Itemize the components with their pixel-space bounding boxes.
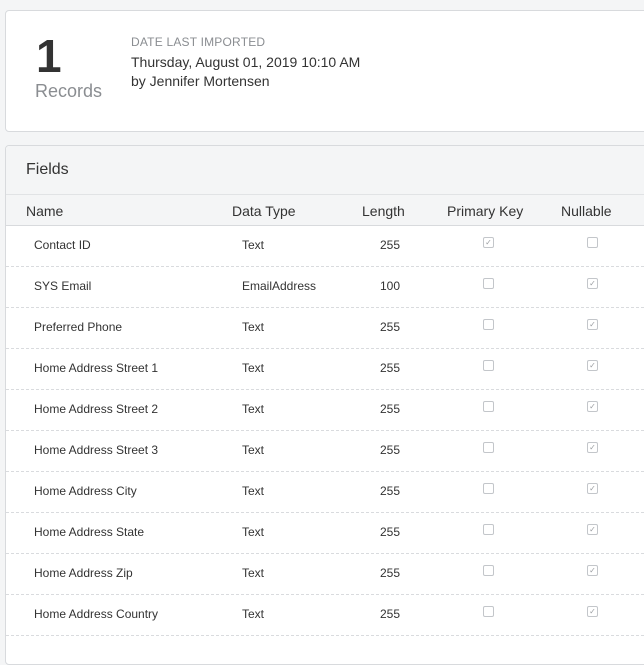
field-data-type: Text bbox=[242, 238, 265, 252]
nullable-checkbox: ✓ bbox=[587, 524, 598, 535]
nullable-checkbox: ✓ bbox=[587, 401, 598, 412]
nullable-checkbox: ✓ bbox=[587, 319, 598, 330]
table-row: Preferred Phone Text 255 ✓ bbox=[6, 308, 644, 349]
primary-key-checkbox bbox=[483, 442, 494, 453]
primary-key-checkbox bbox=[483, 360, 494, 371]
field-length: 255 bbox=[379, 320, 401, 334]
field-data-type: Text bbox=[242, 607, 265, 621]
field-data-type: Text bbox=[242, 443, 265, 457]
field-length: 255 bbox=[379, 443, 401, 457]
fields-table-body: Contact ID Text 255 ✓ SYS Email EmailAddress 1… bbox=[6, 226, 644, 636]
import-by: by Jennifer Mortensen bbox=[131, 73, 270, 89]
nullable-checkbox: ✓ bbox=[587, 278, 598, 289]
table-row: Contact ID Text 255 ✓ bbox=[6, 226, 644, 267]
primary-key-checkbox bbox=[483, 606, 494, 617]
nullable-checkbox: ✓ bbox=[587, 483, 598, 494]
table-row: Home Address Street 2 Text 255 ✓ bbox=[6, 390, 644, 431]
column-header-length[interactable]: Length bbox=[362, 203, 405, 219]
column-header-name[interactable]: Name bbox=[26, 203, 63, 219]
nullable-checkbox: ✓ bbox=[587, 606, 598, 617]
import-date: Thursday, August 01, 2019 10:10 AM bbox=[131, 54, 361, 70]
record-count: 1 bbox=[36, 30, 62, 82]
field-data-type: EmailAddress bbox=[242, 279, 317, 293]
records-label: Records bbox=[35, 81, 103, 101]
import-caption: DATE LAST IMPORTED bbox=[131, 35, 266, 49]
field-name: Home Address Street 3 bbox=[34, 443, 159, 457]
field-data-type: Text bbox=[242, 320, 265, 334]
field-length: 255 bbox=[379, 238, 401, 252]
field-length: 255 bbox=[379, 607, 401, 621]
nullable-checkbox: ✓ bbox=[587, 565, 598, 576]
records-summary-card: 1 Records DATE LAST IMPORTED Thursday, A… bbox=[5, 10, 644, 132]
primary-key-checkbox bbox=[483, 319, 494, 330]
field-name: SYS Email bbox=[34, 279, 92, 293]
field-length: 100 bbox=[379, 279, 401, 293]
column-header-primary-key[interactable]: Primary Key bbox=[447, 203, 523, 219]
nullable-checkbox: ✓ bbox=[587, 360, 598, 371]
field-data-type: Text bbox=[242, 361, 265, 375]
primary-key-checkbox: ✓ bbox=[483, 237, 494, 248]
field-data-type: Text bbox=[242, 402, 265, 416]
fields-header: Fields bbox=[6, 146, 644, 195]
primary-key-checkbox bbox=[483, 401, 494, 412]
column-header-nullable[interactable]: Nullable bbox=[561, 203, 612, 219]
table-header: Name Data Type Length Primary Key Nullab… bbox=[6, 195, 644, 226]
field-length: 255 bbox=[379, 402, 401, 416]
fields-card: Fields Name Data Type Length Primary Key… bbox=[5, 145, 644, 665]
field-name: Home Address Zip bbox=[34, 566, 133, 580]
table-row: Home Address Street 1 Text 255 ✓ bbox=[6, 349, 644, 390]
field-name: Home Address City bbox=[34, 484, 137, 498]
field-name: Home Address Street 2 bbox=[34, 402, 159, 416]
primary-key-checkbox bbox=[483, 278, 494, 289]
field-name: Home Address Country bbox=[34, 607, 159, 621]
primary-key-checkbox bbox=[483, 565, 494, 576]
field-data-type: Text bbox=[242, 525, 265, 539]
column-header-data-type[interactable]: Data Type bbox=[232, 203, 296, 219]
field-name: Preferred Phone bbox=[34, 320, 123, 334]
table-row: Home Address State Text 255 ✓ bbox=[6, 513, 644, 554]
field-name: Contact ID bbox=[34, 238, 91, 252]
field-length: 255 bbox=[379, 525, 401, 539]
primary-key-checkbox bbox=[483, 483, 494, 494]
fields-title: Fields bbox=[26, 161, 69, 178]
table-row: Home Address Street 3 Text 255 ✓ bbox=[6, 431, 644, 472]
table-row: Home Address Country Text 255 ✓ bbox=[6, 595, 644, 636]
field-length: 255 bbox=[379, 566, 401, 580]
primary-key-checkbox bbox=[483, 524, 494, 535]
table-row: Home Address Zip Text 255 ✓ bbox=[6, 554, 644, 595]
nullable-checkbox: ✓ bbox=[587, 442, 598, 453]
field-name: Home Address State bbox=[34, 525, 145, 539]
table-row: Home Address City Text 255 ✓ bbox=[6, 472, 644, 513]
field-name: Home Address Street 1 bbox=[34, 361, 159, 375]
field-data-type: Text bbox=[242, 566, 265, 580]
field-length: 255 bbox=[379, 484, 401, 498]
nullable-checkbox bbox=[587, 237, 598, 248]
table-row: SYS Email EmailAddress 100 ✓ bbox=[6, 267, 644, 308]
field-data-type: Text bbox=[242, 484, 265, 498]
field-length: 255 bbox=[379, 361, 401, 375]
